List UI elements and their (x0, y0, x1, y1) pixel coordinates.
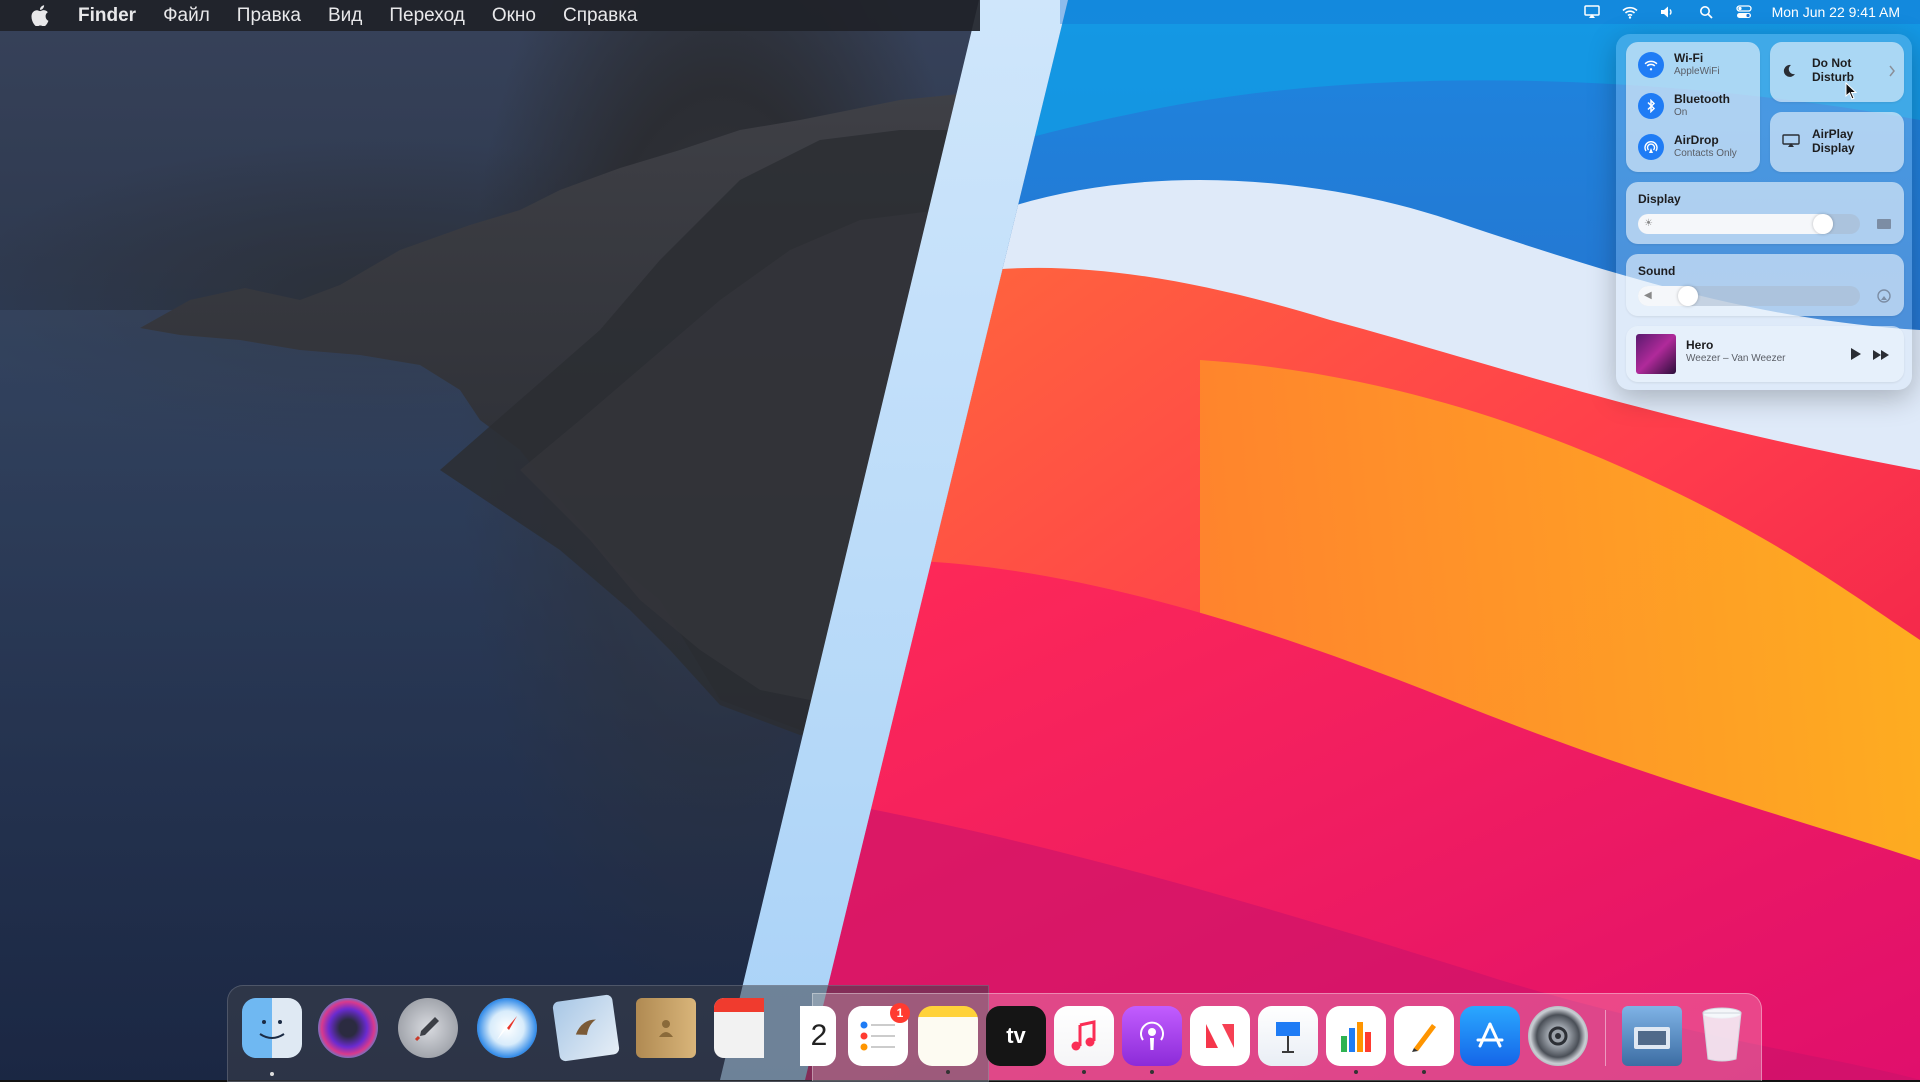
airplay-audio-icon[interactable] (1876, 289, 1892, 303)
menu-help[interactable]: Справка (563, 5, 638, 27)
apple-tv-icon[interactable]: tv (986, 1006, 1046, 1066)
menu-window[interactable]: Окно (492, 5, 536, 27)
finder-icon[interactable] (242, 998, 302, 1058)
safari-icon[interactable] (477, 998, 537, 1058)
airplay-display-tile[interactable]: AirPlay Display (1770, 112, 1904, 172)
brightness-fill (1638, 214, 1833, 234)
dock-separator (1605, 1010, 1606, 1066)
airplay-icon[interactable] (1582, 4, 1602, 20)
chevron-right-icon[interactable] (1888, 64, 1896, 82)
calendar-icon[interactable] (714, 998, 764, 1058)
wifi-toggle[interactable]: Wi-Fi AppleWiFi (1638, 52, 1720, 78)
bluetooth-subtitle: On (1674, 107, 1688, 118)
mail-icon[interactable] (552, 994, 620, 1062)
news-icon[interactable] (1190, 1006, 1250, 1066)
display-icon (1782, 134, 1800, 153)
podcasts-running-dot (1150, 1070, 1154, 1074)
music-icon[interactable] (1054, 1006, 1114, 1066)
apple-logo-icon[interactable] (26, 2, 54, 30)
display-label: Display (1638, 192, 1681, 206)
airdrop-toggle[interactable]: AirDrop Contacts Only (1638, 134, 1737, 160)
numbers-icon[interactable] (1326, 1006, 1386, 1066)
play-icon[interactable] (1850, 347, 1862, 366)
bluetooth-icon (1638, 93, 1664, 119)
network-tile: Wi-Fi AppleWiFi Bluetooth On AirDrop Contac… (1626, 42, 1760, 172)
airdrop-title: AirDrop (1674, 133, 1719, 147)
now-playing-tile: Hero Weezer – Van Weezer (1626, 326, 1904, 382)
sun-icon: ☀ (1644, 218, 1653, 229)
do-not-disturb-tile[interactable]: Do Not Disturb (1770, 42, 1904, 102)
menu-clock[interactable]: Mon Jun 22 9:41 AM (1772, 4, 1900, 20)
speaker-icon: ◀ (1644, 290, 1652, 301)
finder-running-dot (270, 1072, 274, 1076)
track-title: Hero (1686, 338, 1714, 352)
menu-view[interactable]: Вид (328, 5, 362, 27)
trash-icon[interactable] (1692, 1004, 1752, 1064)
airplay-title-line2: Display (1812, 141, 1855, 155)
track-artist: Weezer – Van Weezer (1686, 353, 1786, 364)
airdrop-icon (1638, 134, 1664, 160)
bluetooth-title: Bluetooth (1674, 92, 1730, 106)
moon-icon (1782, 64, 1796, 83)
downloads-folder-icon[interactable] (1622, 1006, 1682, 1066)
menu-app-finder[interactable]: Finder (78, 5, 136, 27)
menu-file[interactable]: Файл (163, 5, 210, 27)
music-running-dot (1082, 1070, 1086, 1074)
fast-forward-icon[interactable] (1872, 348, 1890, 366)
control-center-icon[interactable] (1734, 4, 1754, 20)
menu-go[interactable]: Переход (389, 5, 464, 27)
status-bar: Mon Jun 22 9:41 AM (1564, 0, 1900, 24)
notes-icon[interactable] (918, 1006, 978, 1066)
search-icon[interactable] (1696, 4, 1716, 20)
brightness-knob[interactable] (1813, 214, 1833, 234)
app-store-icon[interactable] (1460, 1006, 1520, 1066)
display-settings-icon[interactable] (1876, 217, 1892, 231)
volume-icon[interactable] (1658, 4, 1678, 20)
system-preferences-icon[interactable] (1528, 1006, 1588, 1066)
wifi-icon (1638, 52, 1664, 78)
display-tile: Display ☀ (1626, 182, 1904, 244)
reminders-badge: 1 (890, 1003, 910, 1023)
pages-icon[interactable] (1394, 1006, 1454, 1066)
airdrop-subtitle: Contacts Only (1674, 148, 1737, 159)
menu-edit[interactable]: Правка (237, 5, 301, 27)
sound-label: Sound (1638, 264, 1676, 278)
bluetooth-toggle[interactable]: Bluetooth On (1638, 93, 1730, 119)
brightness-slider[interactable]: ☀ (1638, 214, 1860, 234)
calendar-day-number: 2 (810, 1019, 828, 1052)
siri-icon[interactable] (318, 998, 378, 1058)
dnd-title-line1: Do Not (1812, 56, 1852, 70)
numbers-running-dot (1354, 1070, 1358, 1074)
airplay-title-line1: AirPlay (1812, 127, 1854, 141)
volume-slider[interactable]: ◀ (1638, 286, 1860, 306)
mouse-cursor-icon (1845, 82, 1858, 100)
control-center-panel: Wi-Fi AppleWiFi Bluetooth On AirDrop Contac… (1616, 34, 1912, 390)
calendar-day-icon[interactable]: 2 (800, 1006, 836, 1066)
wifi-subtitle: AppleWiFi (1674, 66, 1720, 77)
volume-knob[interactable] (1678, 286, 1698, 306)
notes-running-dot (946, 1070, 950, 1074)
launchpad-icon[interactable] (398, 998, 458, 1058)
podcasts-icon[interactable] (1122, 1006, 1182, 1066)
contacts-icon[interactable] (636, 998, 696, 1058)
pages-running-dot (1422, 1070, 1426, 1074)
album-art (1636, 334, 1676, 374)
wifi-icon[interactable] (1620, 4, 1640, 20)
sound-tile: Sound ◀ (1626, 254, 1904, 316)
menu-bar-catalina: Finder Файл Правка Вид Переход Окно Спра… (0, 0, 980, 31)
wifi-title: Wi-Fi (1674, 51, 1704, 65)
keynote-icon[interactable] (1258, 1006, 1318, 1066)
